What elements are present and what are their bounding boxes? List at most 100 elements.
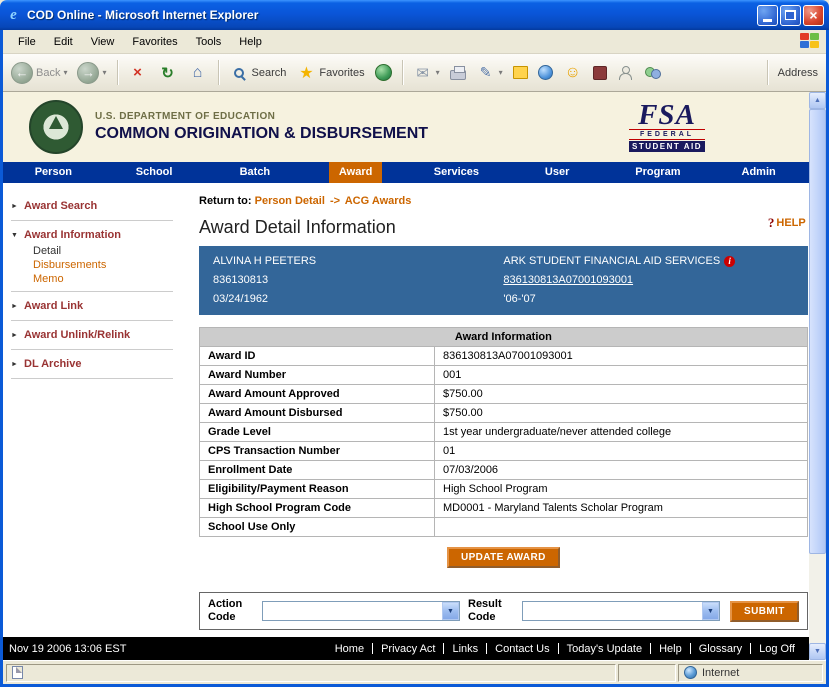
fsa-logo: FSA FEDERAL STUDENT AID (629, 102, 705, 152)
sidebar-item-disbursements[interactable]: Disbursements (3, 258, 185, 272)
submit-button[interactable]: SUBMIT (730, 601, 799, 622)
scrollbar-thumb[interactable] (809, 109, 826, 554)
row-label: Grade Level (200, 423, 435, 442)
forward-caret-icon[interactable]: ▾ (102, 68, 106, 77)
sidebar-item-award-information[interactable]: ▼ Award Information (3, 226, 185, 244)
minimize-button[interactable] (757, 5, 778, 26)
breadcrumb-person-detail-link[interactable]: Person Detail (255, 195, 325, 207)
sidebar-item-award-search[interactable]: ► Award Search (3, 197, 185, 215)
print-button[interactable] (446, 64, 470, 82)
menu-view[interactable]: View (82, 33, 124, 51)
search-icon (229, 63, 249, 83)
footer-link-home[interactable]: Home (335, 643, 364, 655)
messenger-icon (538, 65, 553, 80)
update-award-button[interactable]: UPDATE AWARD (447, 547, 560, 568)
tab-user[interactable]: User (507, 162, 608, 183)
help-link[interactable]: ? HELP (768, 215, 806, 231)
vertical-scrollbar[interactable]: ▲ ▼ (809, 92, 826, 660)
menu-file[interactable]: File (9, 33, 45, 51)
home-button[interactable]: ⌂ (184, 61, 212, 85)
profile-button[interactable] (613, 63, 637, 83)
tab-program[interactable]: Program (608, 162, 709, 183)
research-button[interactable] (589, 64, 611, 82)
search-label: Search (252, 67, 287, 79)
edit-caret-icon[interactable]: ▾ (499, 68, 503, 77)
back-button[interactable]: ← Back ▾ (7, 60, 71, 86)
breadcrumb-acg-awards-link[interactable]: ACG Awards (345, 195, 412, 207)
award-id-link[interactable]: 836130813A07001093001 (503, 271, 633, 290)
row-label: Enrollment Date (200, 461, 435, 480)
tab-award[interactable]: Award (305, 162, 406, 183)
footer-link-privacy-act[interactable]: Privacy Act (381, 643, 435, 655)
table-row: Award ID836130813A07001093001 (200, 347, 808, 366)
sidebar-item-award-link[interactable]: ► Award Link (3, 297, 185, 315)
mail-caret-icon[interactable]: ▾ (436, 68, 440, 77)
browser-viewport: U.S. DEPARTMENT OF EDUCATION COMMON ORIG… (3, 92, 826, 660)
toolbar-separator (117, 60, 118, 85)
title-bar[interactable]: e COD Online - Microsoft Internet Explor… (0, 0, 829, 30)
result-code-select[interactable]: ▼ (522, 601, 720, 621)
sidebar-divider (11, 378, 173, 379)
stop-button[interactable]: × (124, 61, 152, 85)
sidebar-item-dl-archive[interactable]: ► DL Archive (3, 355, 185, 373)
menu-tools[interactable]: Tools (187, 33, 231, 51)
messenger-button[interactable] (534, 63, 557, 82)
back-caret-icon[interactable]: ▾ (63, 68, 67, 77)
favorites-star-icon: ★ (296, 63, 316, 83)
footer-link-glossary[interactable]: Glossary (699, 643, 742, 655)
address-bar-toggle[interactable]: Address (763, 60, 822, 85)
collapsed-arrow-icon: ► (11, 203, 24, 210)
footer-link-help[interactable]: Help (659, 643, 682, 655)
tab-person[interactable]: Person (3, 162, 104, 183)
result-code-value (523, 602, 702, 620)
sidebar-item-award-unlink-relink[interactable]: ► Award Unlink/Relink (3, 326, 185, 344)
tab-school[interactable]: School (104, 162, 205, 183)
sidebar-item-detail[interactable]: Detail (3, 244, 185, 258)
forward-button[interactable]: → ▾ (73, 60, 110, 86)
menu-favorites[interactable]: Favorites (123, 33, 186, 51)
sidebar-divider (11, 349, 173, 350)
page-footer: Nov 19 2006 13:06 EST Home Privacy Act L… (3, 637, 809, 660)
smiley-icon: ☺ (563, 63, 583, 83)
table-row: Grade Level1st year undergraduate/never … (200, 423, 808, 442)
info-icon[interactable]: i (724, 256, 735, 267)
sidebar-label: Award Search (24, 200, 97, 212)
action-code-select[interactable]: ▼ (262, 601, 460, 621)
footer-link-todays-update[interactable]: Today's Update (567, 643, 642, 655)
scrollbar-track[interactable] (809, 109, 826, 643)
tab-services[interactable]: Services (406, 162, 507, 183)
address-label: Address (778, 67, 818, 79)
row-label: CPS Transaction Number (200, 442, 435, 461)
close-button[interactable]: × (803, 5, 824, 26)
dropdown-arrow-icon[interactable]: ▼ (442, 602, 459, 620)
sidebar-item-memo[interactable]: Memo (3, 272, 185, 286)
window-body: File Edit View Favorites Tools Help ← Ba… (0, 30, 829, 687)
refresh-button[interactable]: ↻ (154, 61, 182, 85)
row-label: Eligibility/Payment Reason (200, 480, 435, 499)
breadcrumb-separator: -> (328, 195, 342, 207)
edit-icon: ✎ (476, 63, 496, 83)
footer-link-contact-us[interactable]: Contact Us (495, 643, 549, 655)
menu-help[interactable]: Help (230, 33, 271, 51)
scroll-up-button[interactable]: ▲ (809, 92, 826, 109)
menu-edit[interactable]: Edit (45, 33, 82, 51)
history-button[interactable] (371, 62, 396, 83)
scroll-down-button[interactable]: ▼ (809, 643, 826, 660)
site-banner: U.S. DEPARTMENT OF EDUCATION COMMON ORIG… (3, 92, 809, 162)
search-button[interactable]: Search (225, 61, 291, 85)
footer-link-log-off[interactable]: Log Off (759, 643, 795, 655)
restore-button[interactable] (780, 5, 801, 26)
favorites-button[interactable]: ★ Favorites (292, 61, 368, 85)
footer-link-links[interactable]: Links (452, 643, 478, 655)
dropdown-arrow-icon[interactable]: ▼ (702, 602, 719, 620)
tab-batch[interactable]: Batch (205, 162, 306, 183)
discuss-button[interactable] (509, 64, 532, 81)
edit-button[interactable]: ✎ ▾ (472, 61, 507, 85)
mail-button[interactable]: ✉ ▾ (409, 61, 444, 85)
people-button[interactable] (639, 63, 666, 83)
status-bar: Internet (3, 660, 826, 684)
table-row: Award Amount Approved$750.00 (200, 385, 808, 404)
smiley-button[interactable]: ☺ (559, 61, 587, 85)
history-globe-icon (375, 64, 392, 81)
tab-admin[interactable]: Admin (708, 162, 809, 183)
